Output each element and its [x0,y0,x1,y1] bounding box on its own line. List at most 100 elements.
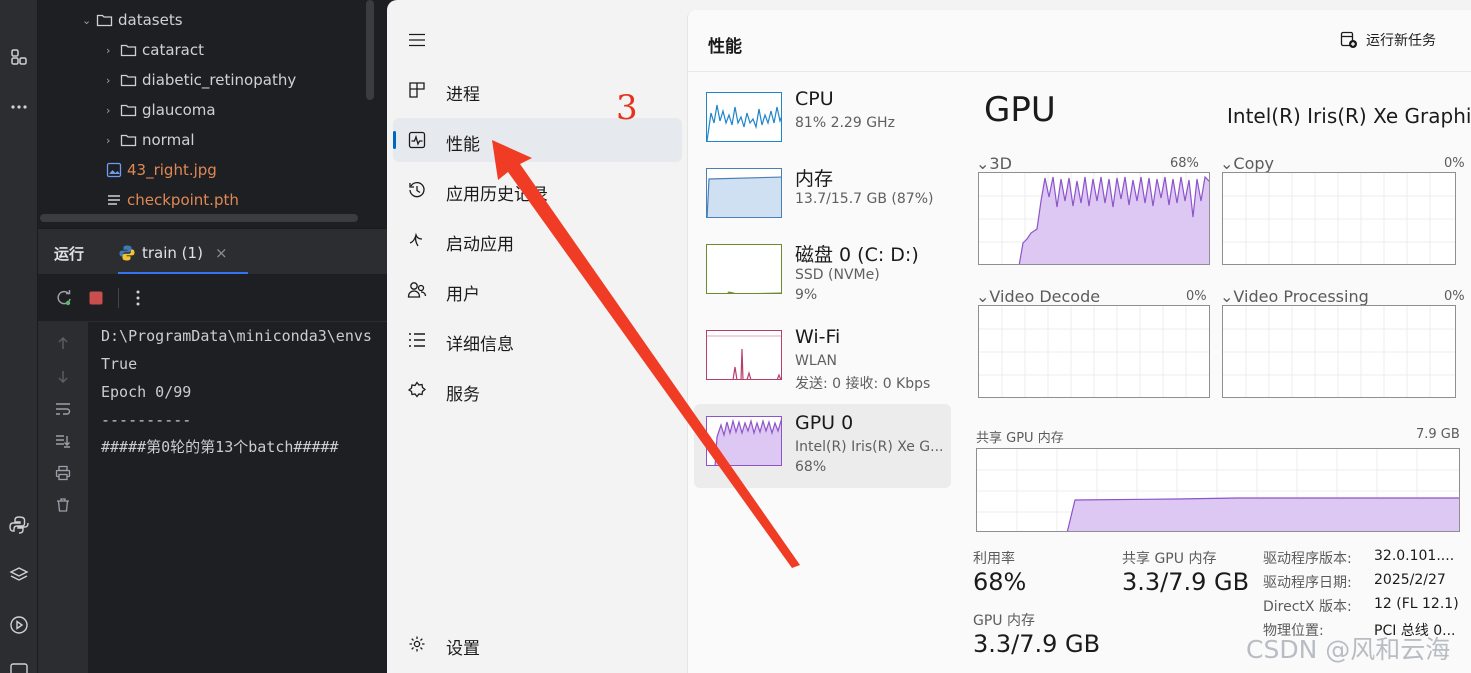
nav-item-details[interactable]: 详细信息 [393,318,682,362]
resource-detail: 81% 2.29 GHz [795,115,895,131]
engine-selector-video-decode[interactable]: ⌄Video Decode [976,287,1100,306]
close-icon[interactable]: × [215,244,228,262]
run-panel-title: 运行 [54,245,85,263]
tree-item-label: cataract [142,41,204,59]
tree-vertical-scrollbar[interactable] [366,0,374,100]
hamburger-menu-button[interactable] [393,18,437,62]
gpu-detail: GPU Intel(R) Iris(R) Xe Graphics ⌄3D 68%… [960,72,1471,672]
utilization-value: 68% [973,568,1027,596]
cpu-thumbnail-graph [706,92,782,142]
resource-gpu[interactable]: GPU 0 Intel(R) Iris(R) Xe G... 68% [694,404,951,488]
text-file-icon [108,195,120,205]
nav-item-label: 进程 [446,85,480,105]
console-line: Epoch 0/99 [101,383,192,401]
resource-detail: 13.7/15.7 GB (87%) [795,191,934,207]
nav-item-services[interactable]: 服务 [393,368,682,412]
nav-item-users[interactable]: 用户 [393,268,682,312]
hamburger-icon [407,30,427,50]
resource-detail: WLAN [795,353,838,369]
image-file-icon [106,162,122,178]
stop-icon[interactable] [86,288,106,308]
python-console-icon[interactable] [0,510,38,540]
nav-item-startup-apps[interactable]: 启动应用 [393,218,682,262]
chevron-right-icon: › [106,73,111,87]
nav-item-label: 性能 [446,135,480,155]
trash-icon[interactable] [52,494,74,516]
folder-icon [120,44,137,57]
engine-selector-3d[interactable]: ⌄3D [976,154,1012,173]
gpu-memory-value: 3.3/7.9 GB [973,630,1101,658]
print-icon[interactable] [52,462,74,484]
chevron-right-icon: › [106,43,111,57]
tree-item-label: normal [142,131,195,149]
scroll-to-end-icon[interactable] [52,430,74,452]
nav-item-app-history[interactable]: 应用历史记录 [393,168,682,212]
gpu-title: GPU [984,90,1056,130]
nav-item-performance[interactable]: 性能 [393,118,682,162]
startup-apps-icon [407,230,427,250]
layers-icon[interactable] [0,560,38,590]
task-manager-nav: 进程 性能 应用历史记录 启动应用 用户 详细信息 服务 设置 [387,0,687,673]
run-new-task-button[interactable]: 运行新任务 [1340,30,1436,50]
memory-thumbnail-graph [706,168,782,218]
project-tree: ⌄ datasets › cataract › diabetic_retinop… [38,0,366,228]
tree-folder-datasets[interactable]: ⌄ datasets [82,6,183,34]
driver-version-key: 驱动程序版本: [1263,551,1352,567]
selected-indicator [393,131,396,149]
toolbar-divider [118,288,119,308]
tree-item-label: checkpoint.pth [127,191,239,209]
resource-memory[interactable]: 内存 13.7/15.7 GB (87%) [694,156,951,240]
tree-horizontal-scrollbar[interactable] [40,214,358,222]
driver-version-value: 32.0.101.... [1374,548,1455,564]
run-tab-train[interactable]: train (1) × [118,239,228,267]
panel-header: 性能 运行新任务 [688,10,1471,72]
more-icon[interactable] [0,92,38,122]
folder-icon [96,14,113,27]
chevron-down-icon: ⌄ [1220,287,1234,306]
tree-folder-cataract[interactable]: › cataract [106,36,204,64]
shared-memory-value: 3.3/7.9 GB [1122,568,1250,596]
resource-cpu[interactable]: CPU 81% 2.29 GHz [694,80,951,164]
rerun-icon[interactable] [54,288,74,308]
driver-date-key: 驱动程序日期: [1263,575,1352,591]
new-task-icon [1340,31,1357,48]
shared-memory-graph-label: 共享 GPU 内存 [976,431,1064,446]
performance-icon [407,130,427,150]
gpu-model: Intel(R) Iris(R) Xe Graphics [1227,104,1471,128]
disk-thumbnail-graph [706,244,782,294]
console-line: True [101,355,138,373]
resource-name: 内存 [795,168,834,190]
terminal-icon[interactable] [0,655,38,673]
structure-icon[interactable] [0,42,38,72]
engine-percent: 0% [1444,289,1465,304]
gpu-thumbnail-graph [706,416,782,466]
nav-item-label: 设置 [446,639,480,659]
resource-wifi[interactable]: Wi-Fi WLAN 发送: 0 接收: 0 Kbps [694,318,951,402]
run-tool-window-header: 运行 train (1) × [38,228,390,275]
tree-file-43-right-jpg[interactable]: 43_right.jpg [106,156,217,184]
chevron-down-icon: ⌄ [976,287,990,306]
scroll-down-icon[interactable] [52,366,74,388]
nav-item-settings[interactable]: 设置 [393,622,682,666]
tree-folder-diabetic-retinopathy[interactable]: › diabetic_retinopathy [106,66,296,94]
tree-folder-normal[interactable]: › normal [106,126,195,154]
soft-wrap-icon[interactable] [52,398,74,420]
utilization-label: 利用率 [973,551,1015,567]
step-number-annotation: 3 [616,88,638,128]
engine-selector-video-processing[interactable]: ⌄Video Processing [1220,287,1369,306]
resource-name: Wi-Fi [795,326,841,348]
services-run-icon[interactable] [0,610,38,640]
directx-version-key: DirectX 版本: [1263,599,1352,615]
nav-item-processes[interactable]: 进程 [393,68,682,112]
tree-folder-glaucoma[interactable]: › glaucoma [106,96,216,124]
resource-disk[interactable]: 磁盘 0 (C: D:) SSD (NVMe) 9% [694,232,951,316]
python-icon [119,245,135,261]
scroll-up-icon[interactable] [52,332,74,354]
resource-usage: 9% [795,287,818,303]
run-toolbar [38,274,390,322]
tree-file-checkpoint-pth[interactable]: checkpoint.pth [106,186,239,214]
engine-percent: 0% [1444,156,1465,171]
chevron-down-icon: ⌄ [976,154,990,173]
engine-selector-copy[interactable]: ⌄Copy [1220,154,1274,173]
more-vertical-icon[interactable] [128,288,148,308]
